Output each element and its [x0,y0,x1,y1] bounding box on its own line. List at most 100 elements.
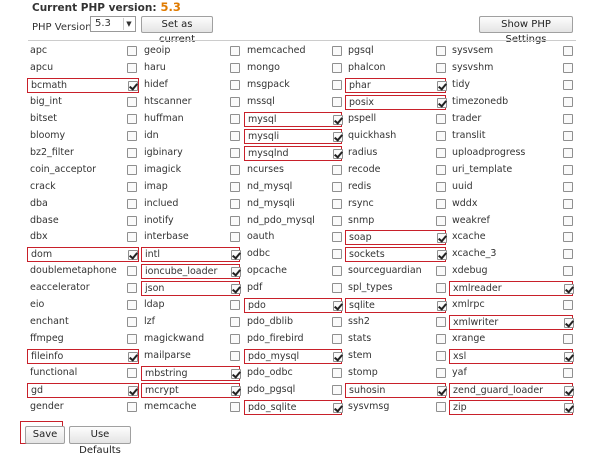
extension-checkbox[interactable] [230,46,240,56]
extension-checkbox[interactable] [333,131,343,142]
extension-checkbox[interactable] [563,198,573,209]
extension-checkbox[interactable] [230,113,240,124]
extension-checkbox[interactable] [128,386,138,396]
extension-checkbox[interactable] [436,46,446,56]
extension-checkbox[interactable] [333,402,343,413]
extension-checkbox[interactable] [127,232,137,243]
extension-checkbox[interactable] [332,368,342,379]
extension-checkbox[interactable] [436,317,446,328]
extension-checkbox[interactable] [230,351,240,362]
extension-checkbox[interactable] [564,352,574,363]
extension-checkbox[interactable] [564,402,574,413]
extension-checkbox[interactable] [127,147,137,158]
extension-checkbox[interactable] [230,63,240,73]
extension-checkbox[interactable] [563,249,573,260]
extension-checkbox[interactable] [437,250,447,261]
extension-checkbox[interactable] [436,334,446,345]
extension-checkbox[interactable] [332,385,342,395]
extension-checkbox[interactable] [127,198,137,209]
extension-checkbox[interactable] [436,368,446,379]
extension-checkbox[interactable] [128,352,138,363]
extension-checkbox[interactable] [437,233,447,244]
extension-checkbox[interactable] [332,79,342,90]
extension-checkbox[interactable] [127,401,137,412]
extension-checkbox[interactable] [231,386,241,396]
extension-checkbox[interactable] [333,114,343,125]
extension-checkbox[interactable] [436,215,446,226]
extension-checkbox[interactable] [230,181,240,192]
extension-checkbox[interactable] [127,334,137,345]
extension-checkbox[interactable] [332,63,342,73]
extension-checkbox[interactable] [332,249,342,260]
extension-checkbox[interactable] [436,147,446,158]
extension-checkbox[interactable] [564,318,574,329]
extension-checkbox[interactable] [230,334,240,345]
extension-checkbox[interactable] [127,300,137,311]
extension-checkbox[interactable] [332,198,342,209]
extension-checkbox[interactable] [563,334,573,345]
extension-checkbox[interactable] [332,266,342,277]
extension-checkbox[interactable] [563,147,573,158]
extension-checkbox[interactable] [127,266,137,277]
extension-checkbox[interactable] [563,164,573,175]
extension-checkbox[interactable] [230,317,240,328]
extension-checkbox[interactable] [436,113,446,124]
extension-checkbox[interactable] [332,317,342,328]
extension-checkbox[interactable] [332,334,342,345]
extension-checkbox[interactable] [563,266,573,277]
extension-checkbox[interactable] [127,215,137,226]
extension-checkbox[interactable] [128,80,138,91]
extension-checkbox[interactable] [564,386,574,396]
extension-checkbox[interactable] [563,232,573,243]
extension-checkbox[interactable] [564,284,574,295]
extension-checkbox[interactable] [127,46,137,56]
extension-checkbox[interactable] [127,181,137,192]
extension-checkbox[interactable] [127,113,137,124]
extension-checkbox[interactable] [127,63,137,73]
extension-checkbox[interactable] [563,96,573,107]
extension-checkbox[interactable] [332,232,342,243]
extension-checkbox[interactable] [127,283,137,294]
extension-checkbox[interactable] [436,198,446,209]
extension-checkbox[interactable] [231,250,241,261]
extension-checkbox[interactable] [333,301,343,312]
extension-checkbox[interactable] [127,130,137,141]
use-defaults-button[interactable]: Use Defaults [69,426,131,456]
extension-checkbox[interactable] [231,267,241,278]
extension-checkbox[interactable] [127,317,137,328]
extension-checkbox[interactable] [230,215,240,226]
extension-checkbox[interactable] [332,283,342,294]
extension-checkbox[interactable] [437,97,447,108]
extension-checkbox[interactable] [436,63,446,73]
extension-checkbox[interactable] [436,266,446,277]
extension-checkbox[interactable] [128,250,138,261]
extension-checkbox[interactable] [230,300,240,311]
extension-checkbox[interactable] [436,164,446,175]
extension-checkbox[interactable] [437,80,447,91]
extension-checkbox[interactable] [127,164,137,175]
extension-checkbox[interactable] [436,181,446,192]
extension-checkbox[interactable] [563,181,573,192]
extension-checkbox[interactable] [437,386,447,396]
extension-checkbox[interactable] [230,198,240,209]
extension-checkbox[interactable] [127,96,137,107]
extension-checkbox[interactable] [230,164,240,175]
extension-checkbox[interactable] [230,147,240,158]
extension-checkbox[interactable] [436,351,446,362]
extension-checkbox[interactable] [563,215,573,226]
extension-checkbox[interactable] [436,130,446,141]
extension-checkbox[interactable] [436,283,446,294]
extension-checkbox[interactable] [332,181,342,192]
extension-checkbox[interactable] [563,300,573,311]
extension-checkbox[interactable] [332,46,342,56]
extension-checkbox[interactable] [230,96,240,107]
extension-checkbox[interactable] [563,113,573,124]
extension-checkbox[interactable] [563,79,573,90]
extension-checkbox[interactable] [563,368,573,379]
extension-checkbox[interactable] [230,232,240,243]
extension-checkbox[interactable] [563,63,573,73]
extension-checkbox[interactable] [230,401,240,412]
extension-checkbox[interactable] [563,46,573,56]
extension-checkbox[interactable] [333,148,343,159]
extension-checkbox[interactable] [231,369,241,380]
